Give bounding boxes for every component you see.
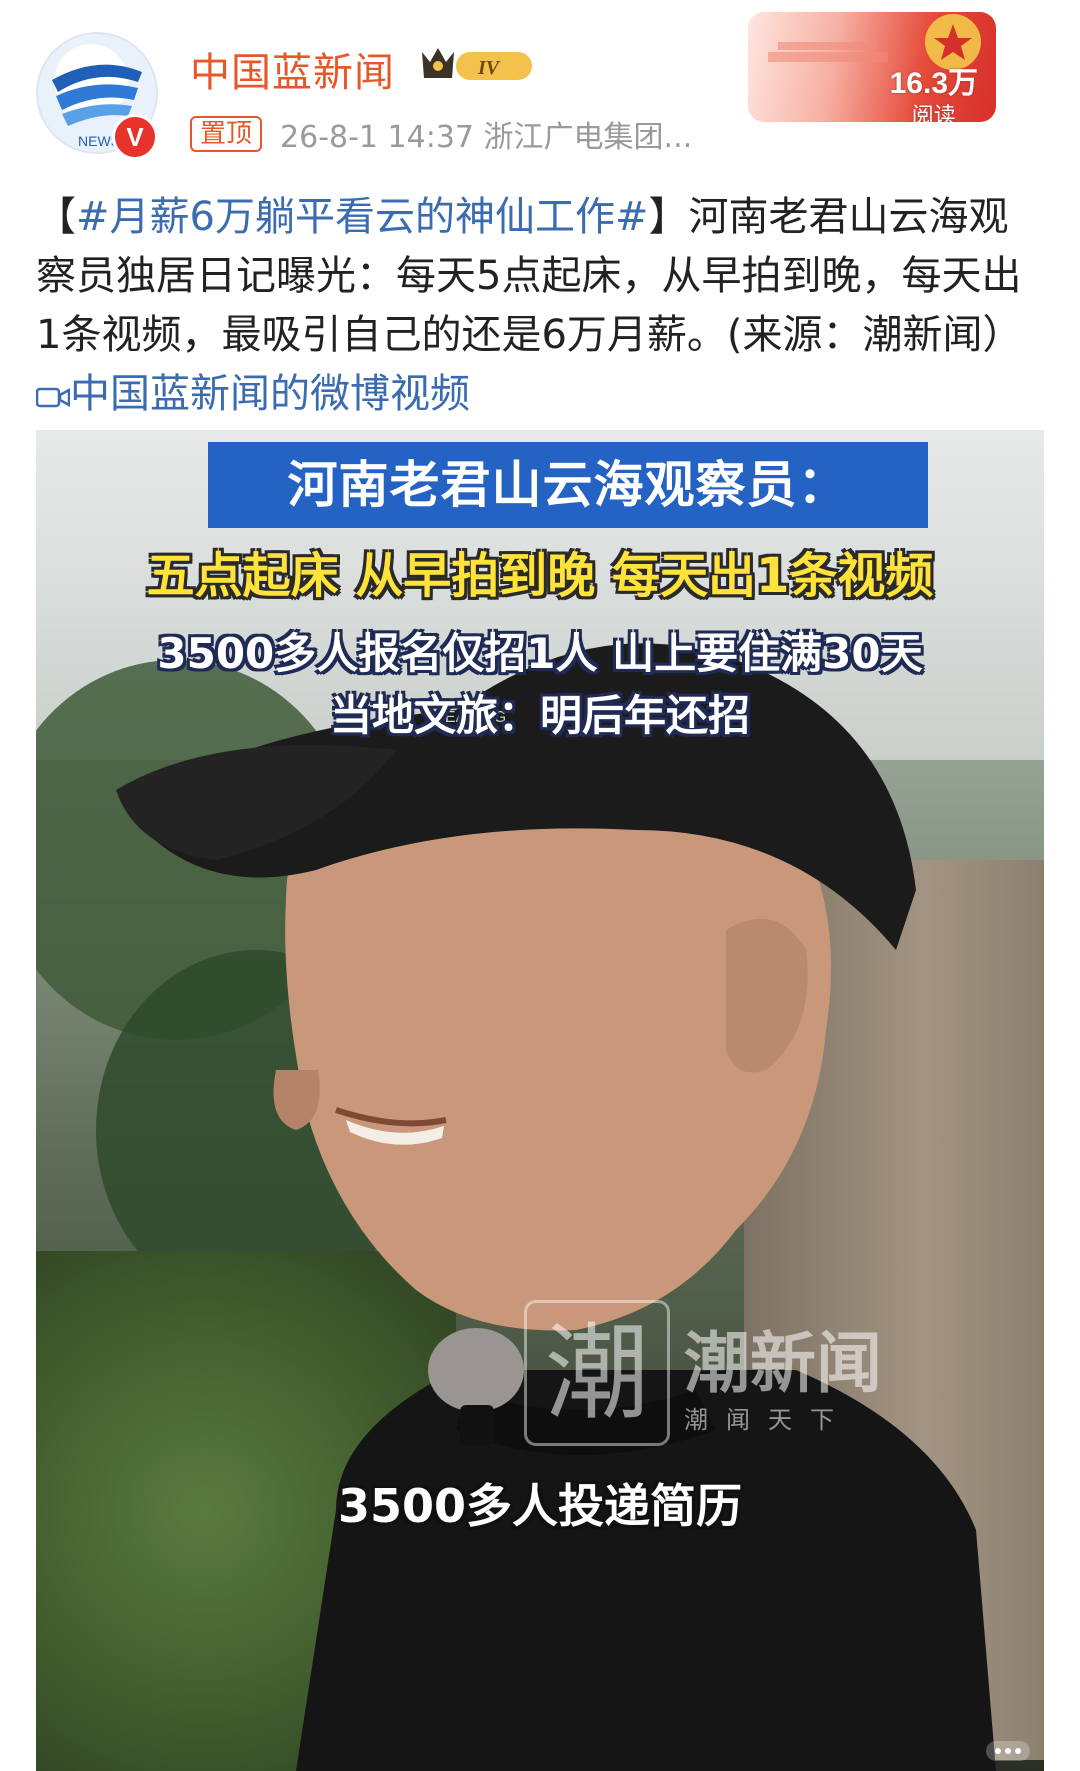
chao-news-watermark: 潮 潮新闻 潮闻天下 bbox=[524, 1300, 914, 1446]
level-crown-badge-icon: IV bbox=[422, 48, 532, 80]
post-meta-row: 置顶 26-8-1 14:37 浙江广电集团... bbox=[190, 114, 693, 155]
topic-bracket-close: 】 bbox=[648, 194, 689, 240]
read-count-banner: 16.3万 阅读 bbox=[748, 12, 996, 122]
level-text: IV bbox=[477, 57, 501, 79]
read-count: 16.3万 阅读 bbox=[890, 58, 978, 122]
video-camera-icon bbox=[35, 387, 71, 408]
post-text: 【#月薪6万躺平看云的神仙工作#】河南老君山云海观察员独居日记曝光：每天5点起床… bbox=[35, 188, 1046, 424]
video-player[interactable]: LEADING 河南老君山云海观察员： 五点起床 从早拍到晚 每天出1条视频 3… bbox=[36, 430, 1044, 1771]
weibo-video-link[interactable]: 中国蓝新闻的微博视频 bbox=[35, 371, 470, 417]
hashtag-topic-link[interactable]: #月薪6万躺平看云的神仙工作# bbox=[76, 194, 648, 240]
video-subtitle: 3500多人投递简历 bbox=[337, 1479, 743, 1533]
weibo-video-link-text: 中国蓝新闻的微博视频 bbox=[70, 371, 470, 417]
watermark-logo-box: 潮 bbox=[524, 1300, 670, 1446]
post-header: NEWS V 中国蓝新闻 IV 置顶 26-8-1 14:37 浙江广电集团..… bbox=[0, 0, 1080, 170]
account-name[interactable]: 中国蓝新闻 bbox=[190, 40, 395, 98]
video-caption-line-1: 3500多人报名仅招1人 山上要住满30天 bbox=[157, 629, 923, 678]
topic-bracket-open: 【 bbox=[36, 194, 76, 240]
video-caption-yellow: 五点起床 从早拍到晚 每天出1条视频 bbox=[146, 548, 934, 604]
read-count-number: 16.3万 bbox=[889, 67, 978, 100]
video-title-banner: 河南老君山云海观察员： bbox=[208, 442, 928, 528]
verified-v-badge: V bbox=[112, 114, 158, 160]
video-caption-line-2: 当地文旅：明后年还招 bbox=[329, 691, 750, 740]
watermark-name: 潮新闻 bbox=[684, 1325, 882, 1402]
expand-icon[interactable] bbox=[984, 1737, 1032, 1765]
post-time-source: 26-8-1 14:37 浙江广电集团... bbox=[280, 120, 693, 155]
pinned-tag: 置顶 bbox=[190, 116, 263, 152]
watermark-slogan: 潮闻天下 bbox=[684, 1406, 852, 1434]
